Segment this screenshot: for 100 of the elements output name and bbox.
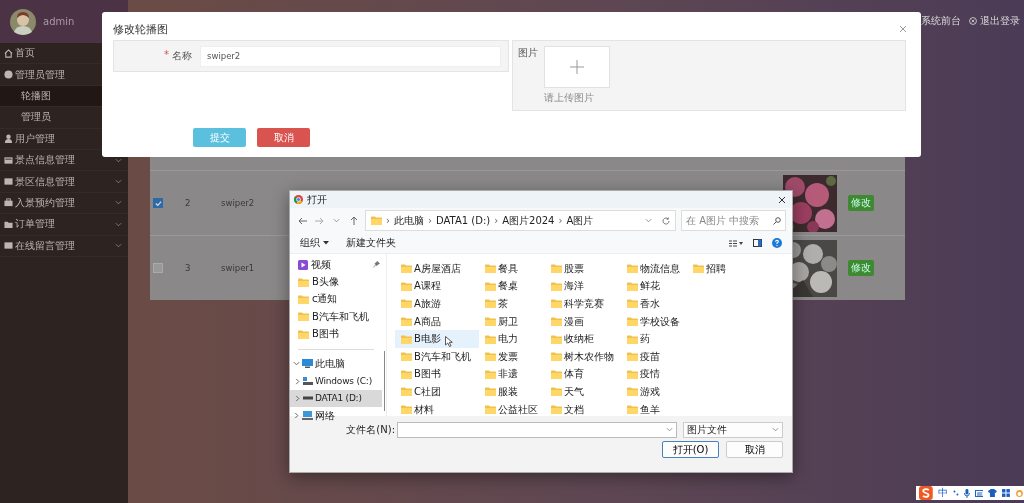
folder-item[interactable]: 疫情 (621, 365, 687, 384)
nav-item[interactable]: 视频 (290, 256, 382, 274)
folder-item[interactable]: 材料 (395, 400, 479, 419)
row-checkbox[interactable] (153, 263, 163, 273)
drive-icon (303, 377, 313, 386)
nav-item[interactable]: B汽车和飞机 (290, 308, 382, 326)
toolbar-button[interactable]: 新建文件夹 (346, 236, 396, 250)
folder-item[interactable]: A商品 (395, 312, 479, 331)
folder-item[interactable]: 物流信息 (621, 260, 687, 278)
sidebar-item[interactable]: 景区信息管理 (0, 171, 128, 193)
preview-pane-icon[interactable] (753, 239, 762, 247)
folder-item[interactable]: 疫苗 (621, 347, 687, 366)
folder-icon (551, 369, 562, 379)
folder-item[interactable]: 文档 (545, 400, 621, 419)
up-icon[interactable] (349, 216, 358, 225)
dialog-title: 打开 (307, 192, 327, 207)
header-link[interactable]: 系统前台 (921, 14, 961, 28)
file-type-dropdown[interactable]: 图片文件 (683, 421, 783, 438)
folder-icon (485, 352, 496, 362)
nav-item[interactable]: B头像 (290, 273, 382, 291)
nav-item[interactable]: B图书 (290, 325, 382, 343)
folder-item[interactable]: B电影 (395, 330, 479, 348)
folder-item[interactable]: 海洋 (545, 277, 621, 296)
folder-item[interactable]: 树木农作物 (545, 347, 621, 366)
folder-item[interactable]: 鲜花 (621, 277, 687, 296)
help-icon[interactable] (772, 238, 782, 248)
row-checkbox[interactable] (153, 198, 163, 208)
folder-item[interactable]: 科学竞赛 (545, 295, 621, 313)
folder-icon (627, 317, 638, 327)
nav-item[interactable]: Windows (C:) (290, 372, 382, 390)
cancel-button[interactable]: 取消 (257, 128, 310, 147)
required-mark: * (164, 49, 169, 62)
folder-item[interactable]: 游戏 (621, 383, 687, 401)
folder-item[interactable]: B图书 (395, 365, 479, 384)
folder-item[interactable]: 药 (621, 330, 687, 348)
organize-menu[interactable]: 组织 (300, 236, 329, 250)
folder-icon (627, 281, 638, 291)
header-link[interactable]: 退出登录 (969, 14, 1020, 28)
folder-item[interactable]: A课程 (395, 277, 479, 296)
breadcrumb[interactable]: 此电脑 (394, 213, 424, 228)
folder-item[interactable]: C社团 (395, 383, 479, 401)
folder-item[interactable]: 天气 (545, 383, 621, 401)
nav-item[interactable]: 网络 (290, 407, 382, 425)
microphone-icon[interactable] (963, 488, 970, 498)
separator: › (428, 215, 432, 226)
folder-icon (627, 387, 638, 397)
nav-item[interactable]: DATA1 (D:) (290, 389, 382, 408)
folder-icon (627, 352, 638, 362)
nav-item[interactable]: 此电脑 (290, 354, 382, 373)
folder-item[interactable]: 收纳柜 (545, 330, 621, 348)
grid-icon[interactable] (1002, 489, 1011, 497)
folder-item[interactable]: 发票 (479, 347, 545, 366)
cancel-button[interactable]: 取消 (726, 441, 783, 458)
folder-icon (485, 387, 496, 397)
back-icon[interactable] (298, 216, 307, 225)
folder-icon (401, 281, 412, 291)
folder-icon (401, 369, 412, 379)
separator: › (558, 215, 563, 226)
breadcrumb[interactable]: DATA1 (D:) (436, 215, 491, 226)
open-button[interactable]: 打开(O) (662, 441, 719, 458)
folder-item[interactable]: 香水 (621, 295, 687, 313)
folder-item[interactable]: 公益社区 (479, 400, 545, 419)
folder-item[interactable]: B汽车和飞机 (395, 347, 479, 366)
sidebar-item[interactable]: 在线留言管理 (0, 235, 128, 257)
ime-mode[interactable]: 中 (937, 486, 948, 500)
view-icon[interactable] (729, 239, 743, 247)
shirt-icon[interactable] (988, 489, 998, 497)
ime-logo-icon[interactable] (919, 486, 933, 500)
folder-item[interactable]: 股票 (545, 260, 621, 278)
chevron-down-icon (666, 426, 673, 433)
keyboard-icon[interactable] (974, 489, 984, 497)
nav-item[interactable]: c通知 (290, 290, 382, 309)
address-bar[interactable]: › 此电脑 › DATA1 (D:) › A图片2024 › A图片 (365, 210, 676, 231)
breadcrumb[interactable]: A图片2024 (502, 213, 555, 228)
folder-item[interactable]: 体育 (545, 365, 621, 384)
folder-item[interactable]: 电力 (479, 330, 545, 348)
breadcrumb[interactable]: A图片 (566, 213, 594, 228)
search-field[interactable]: 在 A图片 中搜索 (681, 210, 786, 231)
folder-item[interactable]: 招聘 (687, 260, 737, 278)
refresh-icon[interactable] (662, 216, 670, 225)
chevron-down-icon (115, 178, 122, 186)
folder-item[interactable]: 鱼羊 (621, 400, 687, 419)
filename-field[interactable] (397, 421, 677, 438)
close-icon[interactable] (778, 195, 786, 204)
folder-item[interactable]: 茶 (479, 295, 545, 313)
folder-item[interactable]: 厨卫 (479, 312, 545, 331)
folder-item[interactable]: 餐具 (479, 260, 545, 278)
edit-button[interactable]: 修改 (848, 260, 874, 276)
folder-item[interactable]: A旅游 (395, 295, 479, 313)
punctuation-icon[interactable] (952, 490, 959, 496)
folder-item[interactable]: 漫画 (545, 312, 621, 331)
folder-item[interactable]: 学校设备 (621, 312, 687, 331)
edit-button[interactable]: 修改 (848, 195, 874, 211)
folder-item[interactable]: A房屋酒店 (395, 260, 479, 278)
folder-icon (4, 219, 13, 229)
folder-item[interactable]: 非遗 (479, 365, 545, 384)
folder-item[interactable]: 服装 (479, 383, 545, 401)
name-field[interactable]: swiper2 (200, 45, 501, 67)
card-icon (4, 155, 13, 165)
folder-item[interactable]: 餐桌 (479, 277, 545, 296)
